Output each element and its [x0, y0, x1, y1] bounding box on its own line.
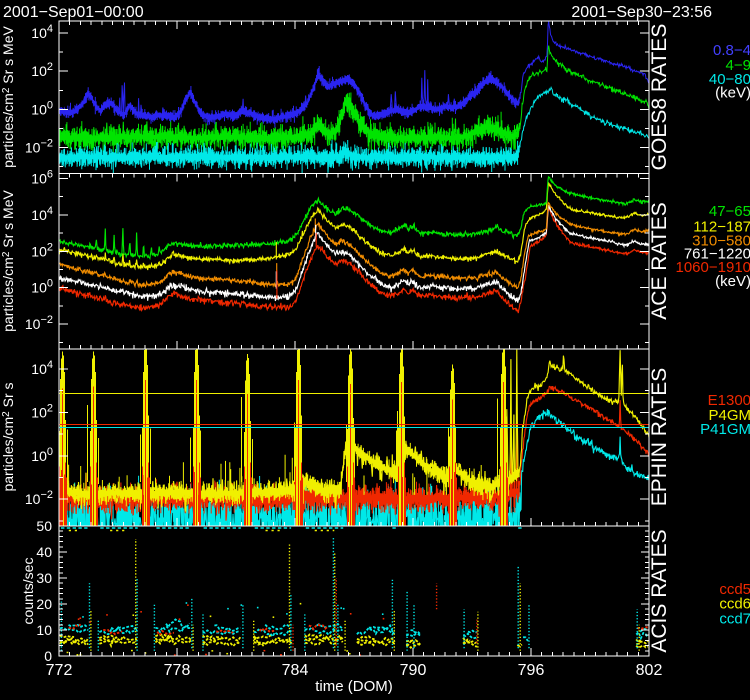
svg-text:30: 30	[36, 570, 52, 586]
svg-text:790: 790	[400, 662, 427, 679]
svg-text:778: 778	[164, 662, 191, 679]
svg-text:20: 20	[36, 596, 52, 612]
svg-text:particles/cm2 Sr s: particles/cm2 Sr s	[0, 382, 16, 491]
svg-text:EPHIN RATES: EPHIN RATES	[648, 368, 671, 506]
svg-text:2001−Sep01−00:00: 2001−Sep01−00:00	[3, 4, 144, 21]
svg-text:GOES8 RATES: GOES8 RATES	[648, 24, 671, 171]
svg-text:772: 772	[46, 662, 73, 679]
svg-text:796: 796	[518, 662, 545, 679]
svg-text:40: 40	[36, 544, 52, 560]
svg-text:10: 10	[36, 622, 52, 638]
svg-text:(keV): (keV)	[715, 273, 750, 290]
svg-text:784: 784	[282, 662, 309, 679]
svg-text:2001−Sep30−23:56: 2001−Sep30−23:56	[571, 4, 712, 21]
svg-text:ACIS RATES: ACIS RATES	[648, 529, 671, 652]
svg-text:50: 50	[36, 518, 52, 534]
svg-text:(keV): (keV)	[715, 85, 750, 102]
svg-text:particles/cm2 Sr s MeV: particles/cm2 Sr s MeV	[0, 25, 16, 167]
svg-text:47−65: 47−65	[709, 203, 750, 220]
svg-text:ACE RATES: ACE RATES	[648, 202, 671, 319]
svg-text:P41GM: P41GM	[700, 421, 750, 438]
svg-text:time (DOM): time (DOM)	[315, 678, 393, 695]
svg-text:802: 802	[636, 662, 663, 679]
svg-text:particles/cm2 Sr s MeV: particles/cm2 Sr s MeV	[0, 189, 16, 331]
svg-text:ccd7: ccd7	[719, 611, 750, 628]
svg-text:counts/sec: counts/sec	[20, 558, 36, 625]
